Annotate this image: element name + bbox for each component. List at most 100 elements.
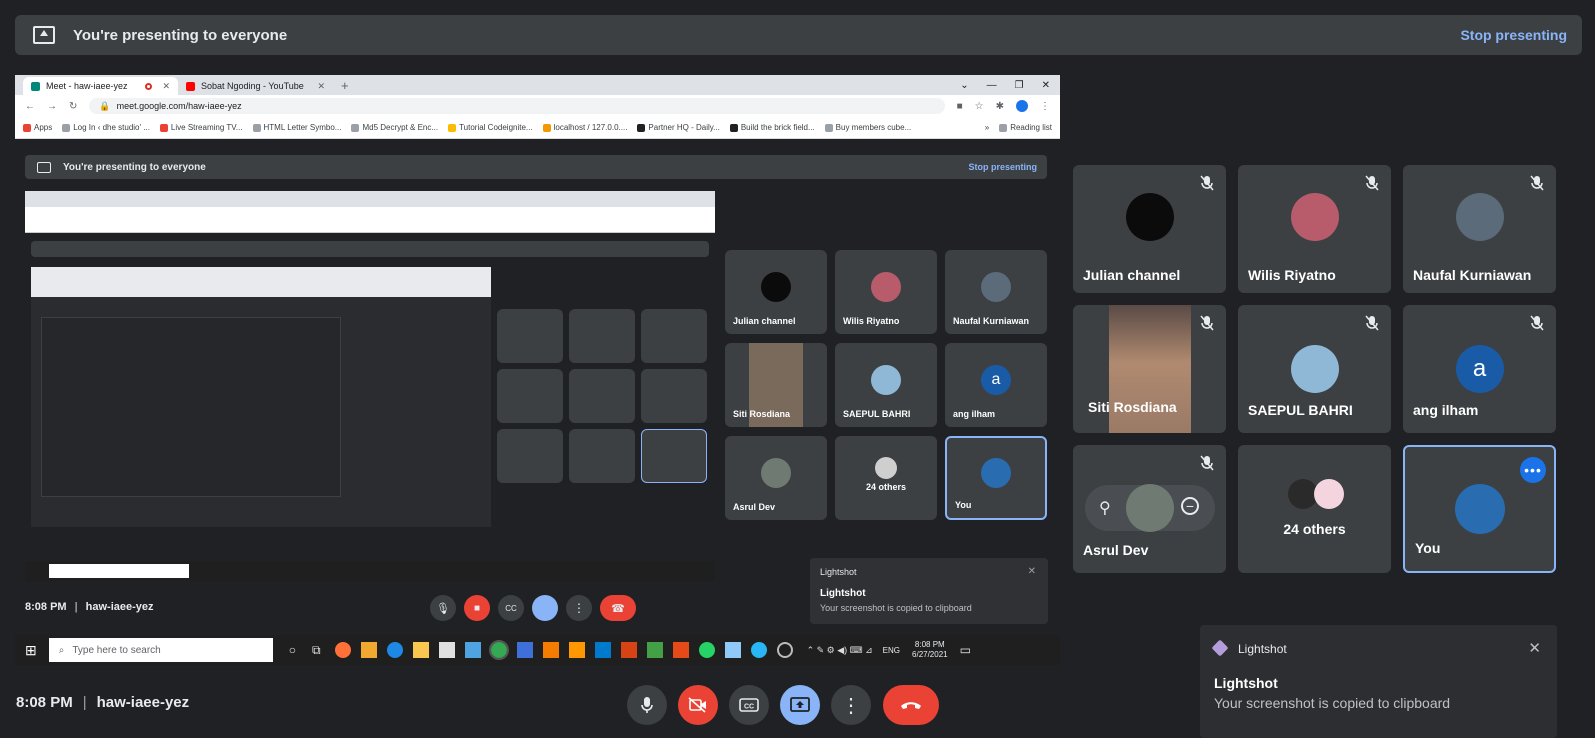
edge-icon[interactable]	[386, 642, 403, 658]
bookmark-item[interactable]: Build the brick field...	[729, 123, 815, 132]
participant-name: SAEPUL BAHRI	[1248, 402, 1353, 418]
leave-call-button[interactable]	[883, 685, 939, 725]
bookmark-item[interactable]: Md5 Decrypt & Enc...	[351, 123, 438, 132]
address-bar[interactable]: 🔒 meet.google.com/haw-iaee-yez	[89, 98, 945, 114]
app-icon[interactable]	[724, 642, 741, 658]
participant-name: Siti Rosdiana	[1088, 399, 1177, 415]
xampp-icon[interactable]	[542, 642, 559, 658]
minimize-icon[interactable]: —	[987, 80, 997, 91]
task-view-icon[interactable]: ⧉	[312, 643, 321, 658]
close-window-icon[interactable]: ✕	[1042, 80, 1050, 91]
mail-icon[interactable]	[464, 642, 481, 658]
forward-icon[interactable]: →	[47, 101, 57, 112]
cortana-icon[interactable]: ○	[289, 643, 296, 657]
close-tab-icon[interactable]: ✕	[162, 81, 170, 92]
participant-tile[interactable]: Wilis Riyatno	[1238, 165, 1391, 293]
bookmark-item[interactable]: localhost / 127.0.0....	[542, 123, 627, 132]
app-icon[interactable]	[620, 642, 637, 658]
app-icon[interactable]	[516, 642, 533, 658]
remove-participant-icon[interactable]: −	[1181, 497, 1199, 515]
bookmarks-more[interactable]: »	[985, 123, 989, 132]
inner-more-options-button[interactable]: ⋮	[566, 595, 592, 621]
inner-leave-call-button[interactable]: ☎	[600, 595, 636, 621]
inner-tile: 24 others	[835, 436, 937, 520]
presented-screen: Meet - haw-iaee-yez ✕ Sobat Ngoding - Yo…	[15, 75, 1060, 665]
inner-present-button[interactable]	[532, 595, 558, 621]
firefox-icon[interactable]	[334, 642, 351, 658]
sublime-icon[interactable]	[568, 642, 585, 658]
app-icon[interactable]	[360, 642, 377, 658]
present-now-button[interactable]	[780, 685, 820, 725]
inner-tile: Siti Rosdiana	[725, 343, 827, 427]
pin-icon[interactable]: ⚲	[1099, 498, 1111, 518]
chrome-icon[interactable]	[488, 640, 509, 660]
bookmark-item[interactable]: Live Streaming TV...	[159, 123, 243, 132]
inner-captions-button[interactable]: CC	[498, 595, 524, 621]
app-icon[interactable]	[646, 642, 663, 658]
svg-text:CC: CC	[744, 704, 754, 711]
taskbar-search-box[interactable]: ⌕ Type here to search	[48, 638, 273, 662]
new-tab-button[interactable]: +	[341, 78, 349, 93]
reading-list[interactable]: Reading list	[999, 123, 1052, 132]
participant-tile[interactable]: 24 others	[1238, 445, 1391, 573]
tab-search-icon[interactable]: ⌄	[960, 80, 968, 91]
app-icon[interactable]	[776, 642, 793, 658]
apps-grid-icon	[23, 123, 31, 132]
language-indicator[interactable]: ENG	[883, 646, 900, 655]
bookmark-item[interactable]: Partner HQ - Daily...	[637, 123, 720, 132]
star-icon[interactable]: ☆	[975, 101, 984, 112]
bookmark-apps[interactable]: Apps	[23, 123, 52, 132]
microphone-button[interactable]	[627, 685, 667, 725]
menu-kebab-icon[interactable]: ⋮	[1040, 101, 1050, 112]
participant-tile[interactable]: SAEPUL BAHRI	[1238, 305, 1391, 433]
participant-tile[interactable]: ⚲ − Asrul Dev	[1073, 445, 1226, 573]
app-icon[interactable]	[750, 642, 767, 658]
store-icon[interactable]	[438, 642, 455, 658]
windows-start-icon[interactable]: ⊞	[25, 642, 37, 659]
captions-button[interactable]: CC	[729, 685, 769, 725]
participant-tile-self[interactable]: ••• You	[1403, 445, 1556, 573]
current-time: 8:08 PM	[16, 694, 73, 711]
whatsapp-icon[interactable]	[698, 642, 715, 658]
powerpoint-icon[interactable]	[672, 642, 689, 658]
participant-tile[interactable]: Naufal Kurniawan	[1403, 165, 1556, 293]
bookmark-item[interactable]: Buy members cube...	[824, 123, 911, 132]
back-icon[interactable]: ←	[25, 101, 35, 112]
more-options-icon[interactable]: •••	[1520, 457, 1546, 483]
bookmark-item[interactable]: Log In ‹ dhe studio' ...	[62, 123, 150, 132]
meeting-code[interactable]: haw-iaee-yez	[97, 694, 190, 711]
participant-tile[interactable]: Siti Rosdiana	[1073, 305, 1226, 433]
bookmark-item[interactable]: Tutorial Codeignite...	[448, 123, 533, 132]
close-tab-icon[interactable]: ✕	[317, 81, 325, 92]
maximize-icon[interactable]: ❐	[1015, 80, 1024, 91]
tab-youtube-label: Sobat Ngoding - YouTube	[201, 81, 304, 91]
profile-avatar[interactable]	[1016, 100, 1028, 112]
extensions-icon[interactable]: ✱	[996, 101, 1004, 112]
file-explorer-icon[interactable]	[412, 642, 429, 658]
inner-camera-off-button[interactable]: ■	[464, 595, 490, 621]
inner-toast-close-icon[interactable]: ✕	[1028, 566, 1036, 577]
vscode-icon[interactable]	[594, 642, 611, 658]
toast-title: Lightshot	[1214, 675, 1278, 691]
inner-control-bar: 🎙 ■ CC ⋮ ☎	[430, 595, 650, 621]
camera-off-button[interactable]	[678, 685, 718, 725]
bookmark-item[interactable]: HTML Letter Symbo...	[252, 123, 341, 132]
toast-close-icon[interactable]: ✕	[1528, 639, 1541, 657]
notification-center-icon[interactable]: ▭	[960, 643, 971, 657]
participant-avatar	[1455, 193, 1504, 241]
more-options-button[interactable]: ⋮	[831, 685, 871, 725]
participant-tile[interactable]: a ang ilham	[1403, 305, 1556, 433]
tab-youtube[interactable]: Sobat Ngoding - YouTube ✕	[178, 77, 333, 95]
camera-icon[interactable]: ■	[957, 101, 963, 112]
reload-icon[interactable]: ↻	[69, 101, 77, 112]
inner-presenting-banner: You're presenting to everyone Stop prese…	[25, 155, 1047, 179]
present-screen-icon	[33, 26, 55, 44]
windows-taskbar: ⊞ ⌕ Type here to search ○ ⧉ ⌃ ✎ ⚙ ◀) ⌨ ⊿…	[15, 635, 1060, 665]
inner-stop-presenting[interactable]: Stop presenting	[968, 162, 1037, 172]
participant-tile[interactable]: Julian channel	[1073, 165, 1226, 293]
stop-presenting-button[interactable]: Stop presenting	[1460, 27, 1567, 43]
system-tray[interactable]: ⌃ ✎ ⚙ ◀) ⌨ ⊿	[807, 645, 873, 656]
taskbar-clock[interactable]: 8:08 PM 6/27/2021	[912, 640, 948, 660]
tab-meet[interactable]: Meet - haw-iaee-yez ✕	[23, 77, 178, 95]
inner-mic-button[interactable]: 🎙	[430, 595, 456, 621]
